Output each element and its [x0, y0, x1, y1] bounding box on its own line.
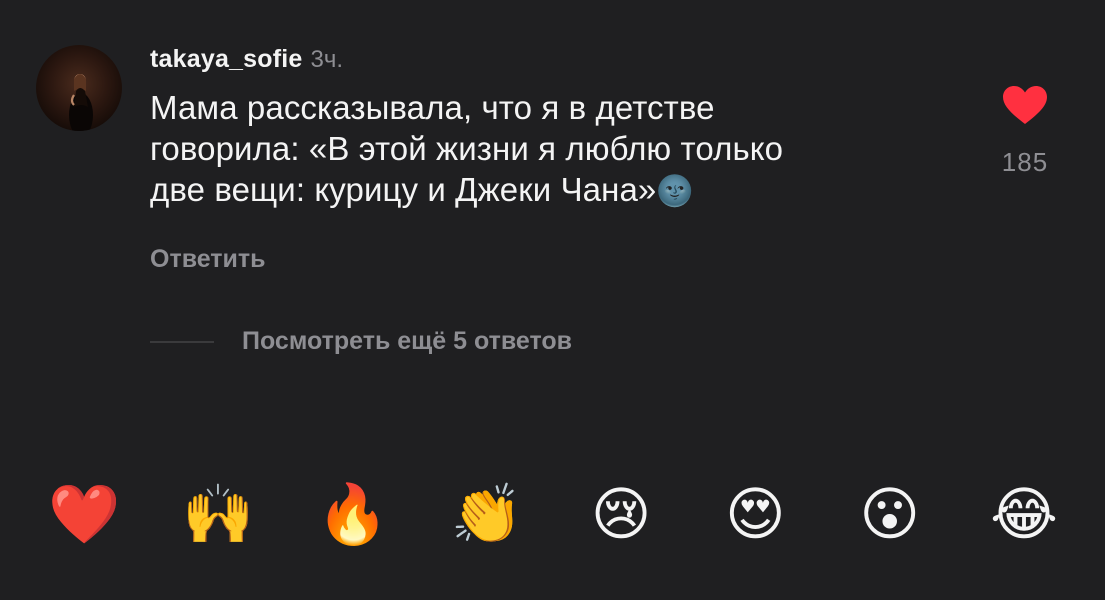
comment-body: takaya_sofie 3ч. Мама рассказывала, что …: [150, 45, 950, 274]
comment-text-line: говорила: «В этой жизни я люблю только: [150, 130, 784, 167]
heart-icon[interactable]: [1002, 85, 1048, 125]
reaction-crying-icon[interactable]: 😢: [585, 478, 657, 550]
reaction-heart-icon[interactable]: ❤️: [48, 478, 120, 550]
divider: [150, 340, 214, 343]
avatar-photo: [69, 74, 93, 131]
username[interactable]: takaya_sofie: [150, 45, 303, 74]
reaction-fire-icon[interactable]: 🔥: [317, 478, 389, 550]
comment-text-line-last: две вещи: курицу и Джеки Чана»🌚: [150, 169, 950, 212]
reaction-tears-of-joy-icon[interactable]: 😂: [988, 478, 1060, 550]
quick-reactions-bar: ❤️ 🙌 🔥 👏 😢 😍 😮 😂: [48, 478, 1060, 550]
comment-text: Мама рассказывала, что я в детстве говор…: [150, 87, 950, 212]
avatar[interactable]: [36, 45, 122, 131]
comment-meta: takaya_sofie 3ч.: [150, 45, 950, 77]
like-count: 185: [1001, 147, 1049, 177]
view-more-replies-label: Посмотреть ещё 5 ответов: [242, 327, 573, 355]
view-more-replies-button[interactable]: Посмотреть ещё 5 ответов: [150, 327, 572, 356]
reply-button[interactable]: Ответить: [150, 245, 266, 274]
reaction-clapping-icon[interactable]: 👏: [451, 478, 523, 550]
reaction-raised-hands-icon[interactable]: 🙌: [182, 478, 254, 550]
comment-text-line: две вещи: курицу и Джеки Чана»: [150, 171, 657, 208]
like-control: 185: [985, 85, 1065, 178]
comment-text-line: Мама рассказывала, что я в детстве: [150, 89, 715, 126]
reaction-surprised-icon[interactable]: 😮: [854, 478, 926, 550]
new-moon-face-icon: 🌚: [656, 175, 694, 208]
timestamp: 3ч.: [310, 46, 344, 73]
reaction-heart-eyes-icon[interactable]: 😍: [719, 478, 791, 550]
